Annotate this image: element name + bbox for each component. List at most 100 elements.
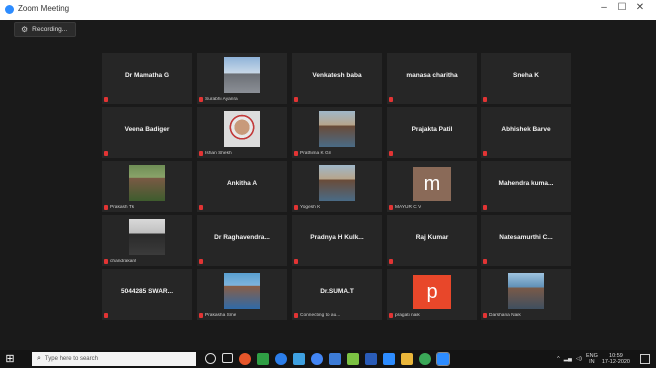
muted-mic-icon [199,151,203,156]
cortana-icon[interactable] [205,353,216,364]
word-icon[interactable] [365,353,377,365]
participant-tile[interactable]: Surabhi Ayanra [197,53,287,104]
participant-video [129,165,165,201]
participant-tile[interactable]: Veena Badiger [102,107,192,158]
edge-icon[interactable] [275,353,287,365]
participant-name: Prajakta Patil [411,126,453,133]
zoom-logo-icon [5,5,14,14]
participant-caption: Connecting to au... [300,313,341,318]
participant-tile[interactable]: m MAYUR C V [387,161,477,212]
participant-avatar: p [413,275,451,309]
muted-mic-icon [389,205,393,210]
muted-mic-icon [294,259,298,264]
windows-taskbar: ⊞ ⌕ Type here to search ^ ▂▄ ◁) ENG IN 1… [0,350,656,368]
participant-tile[interactable]: Mahendra kuma... [481,161,571,212]
taskbar-search-box[interactable]: ⌕ Type here to search [32,352,196,366]
notification-icon[interactable] [640,354,650,364]
participant-name: manasa charitha [406,72,458,79]
muted-mic-icon [483,313,487,318]
muted-mic-icon [483,259,487,264]
arrow-app-icon[interactable] [347,353,359,365]
participant-tile[interactable]: Dr Mamatha G [102,53,192,104]
participant-tile[interactable]: p pragati naik [387,269,477,320]
muted-mic-icon [483,205,487,210]
participant-avatar: m [413,167,451,201]
muted-mic-icon [483,151,487,156]
taskbar-pinned-apps [205,352,450,366]
participant-name: Dr.SUMA.T [320,288,354,295]
muted-mic-icon [199,205,203,210]
muted-mic-icon [294,151,298,156]
gear-icon: ⚙ [21,25,29,34]
system-tray: ^ ▂▄ ◁) ENG IN 10:59 17-12-2020 [557,353,630,365]
muted-mic-icon [389,151,393,156]
tray-chevron-icon[interactable]: ^ [557,356,560,362]
participant-caption: Ishan Shekh [205,151,232,156]
green-app-icon[interactable] [257,353,269,365]
recording-indicator[interactable]: ⚙ Recording... [14,22,77,37]
meeting-top-bar [0,20,656,38]
participant-tile[interactable]: Prajakta Patil [387,107,477,158]
participant-tile[interactable]: Pradnya H Kulk... [292,215,382,266]
participant-tile[interactable]: Ishan Shekh [197,107,287,158]
participant-name: Veena Badiger [124,126,170,133]
blue-app-icon[interactable] [293,353,305,365]
participant-tile[interactable]: Venkatesh baba [292,53,382,104]
participant-tile[interactable]: Yogesh K [292,161,382,212]
maximize-button[interactable]: ☐ [614,2,630,13]
participant-name: Raj Kumar [415,234,449,241]
participant-caption: Prathima K Gn [300,151,332,156]
muted-mic-icon [104,313,108,318]
volume-icon[interactable]: ◁) [576,356,582,362]
zoom-taskbar-icon[interactable] [436,352,450,366]
close-button[interactable]: ✕ [632,2,648,13]
participant-name: Dr Raghavendra... [214,234,270,241]
gallery-view-grid: Dr Mamatha G Surabhi Ayanra Venkatesh baba… [102,53,571,320]
participant-caption: Prakash Tk [110,205,135,210]
participant-video [224,57,260,93]
participant-name: Sneha K [512,72,539,79]
muted-mic-icon [199,97,203,102]
participant-tile[interactable]: manasa charitha [387,53,477,104]
participant-name: Venkatesh baba [312,72,362,79]
participant-tile[interactable]: Prathima K Gn [292,107,382,158]
chrome-alt-icon[interactable] [419,353,431,365]
muted-mic-icon [294,97,298,102]
muted-mic-icon [389,259,393,264]
participant-tile[interactable]: Prakash Tk [102,161,192,212]
tray-clock[interactable]: 10:59 17-12-2020 [602,353,630,365]
firefox-icon[interactable] [239,353,251,365]
participant-name: Mahendra kuma... [498,180,554,187]
participant-name: Ankitha A [226,180,258,187]
search-placeholder: Type here to search [44,356,98,362]
window-title: Zoom Meeting [18,4,70,13]
participant-caption: pragati naik [395,313,420,318]
file-icon[interactable] [329,353,341,365]
participant-tile[interactable]: chandrakant [102,215,192,266]
participant-caption: Prakasha Sme [205,313,237,318]
participant-tile[interactable]: Abhishek Barve [481,107,571,158]
muted-mic-icon [104,205,108,210]
participant-tile[interactable]: Raj Kumar [387,215,477,266]
participant-name: 5044285 SWAR... [120,288,174,295]
chrome-icon[interactable] [311,353,323,365]
muted-mic-icon [199,313,203,318]
participant-tile[interactable]: Prakasha Sme [197,269,287,320]
participant-tile[interactable]: 5044285 SWAR... [102,269,192,320]
participant-video [224,111,260,147]
participant-tile[interactable]: Dr Raghavendra... [197,215,287,266]
participant-tile[interactable]: Natesamurthi C... [481,215,571,266]
participant-tile[interactable]: Ankitha A [197,161,287,212]
participant-tile[interactable]: Darshana Naik [481,269,571,320]
participant-caption: MAYUR C V [395,205,422,210]
network-icon[interactable]: ▂▄ [564,356,572,362]
tray-language[interactable]: ENG IN [586,353,598,365]
mail-icon[interactable] [383,353,395,365]
windows-start-icon[interactable]: ⊞ [4,353,16,365]
muted-mic-icon [199,259,203,264]
folder-icon[interactable] [401,353,413,365]
participant-tile[interactable]: Dr.SUMA.T Connecting to au... [292,269,382,320]
minimize-button[interactable]: – [596,2,612,13]
task-view-icon[interactable] [222,353,233,363]
participant-tile[interactable]: Sneha K [481,53,571,104]
